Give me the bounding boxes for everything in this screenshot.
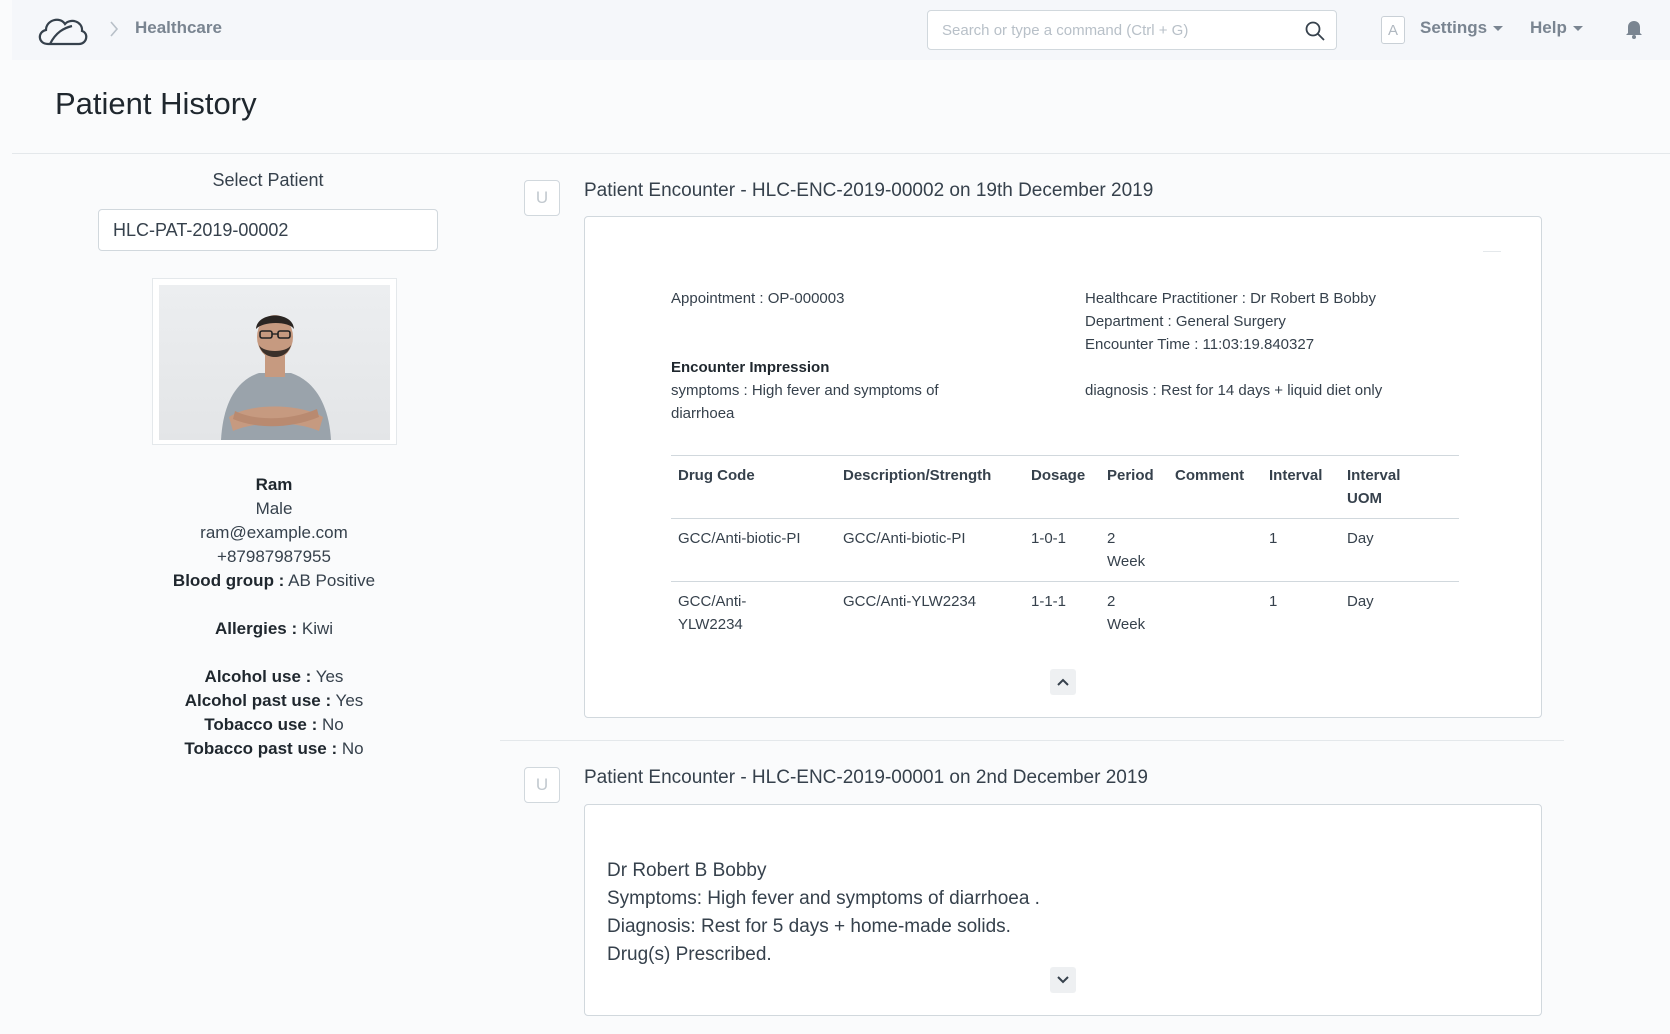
patient-gender: Male <box>255 499 293 518</box>
tobacco-past-use: Tobacco past use : No <box>184 739 364 758</box>
caret-down-icon <box>1493 25 1504 31</box>
allergies: Allergies : Kiwi <box>214 619 334 638</box>
cell: 1-0-1 <box>1024 518 1100 582</box>
table-header-row: Drug Code Description/Strength Dosage Pe… <box>671 455 1459 519</box>
col-comment: Comment <box>1168 455 1262 519</box>
tobacco-use: Tobacco use : No <box>204 715 344 734</box>
patient-phone: +87987987955 <box>217 547 331 566</box>
caret-down-icon <box>1572 25 1583 31</box>
navbar: Healthcare A Settings Help <box>12 0 1670 60</box>
cell: 1 <box>1262 581 1340 644</box>
cell: 1-1-1 <box>1024 581 1100 644</box>
alcohol-use: Alcohol use : Yes <box>204 667 344 686</box>
summary-drugs: Drug(s) Prescribed. <box>607 944 772 965</box>
col-dosage: Dosage <box>1024 455 1100 519</box>
blood-group: Blood group : AB Positive <box>172 571 376 590</box>
help-label: Help <box>1530 18 1567 37</box>
settings-label: Settings <box>1420 18 1488 37</box>
bell-icon[interactable] <box>1624 18 1644 40</box>
search-icon[interactable] <box>1304 20 1326 42</box>
encounter-time: Encounter Time : 11:03:19.840327 <box>1085 336 1315 353</box>
cloud-logo-icon[interactable] <box>34 8 90 50</box>
timeline-badge: U <box>524 180 560 216</box>
encounter-title[interactable]: Patient Encounter - HLC-ENC-2019-00002 o… <box>584 180 1153 202</box>
search-input[interactable] <box>928 11 1288 49</box>
col-description: Description/Strength <box>836 455 1024 519</box>
search-box <box>927 10 1337 50</box>
timeline-badge: U <box>524 767 560 803</box>
card-divider <box>1483 251 1501 252</box>
diagnosis: diagnosis : Rest for 14 days + liquid di… <box>1085 382 1383 399</box>
col-period: Period <box>1100 455 1168 519</box>
encounter-card: Appointment : OP-000003 Healthcare Pract… <box>584 216 1542 718</box>
cell: 2 Week <box>1100 581 1168 644</box>
encounter-title[interactable]: Patient Encounter - HLC-ENC-2019-00001 o… <box>584 767 1148 789</box>
cell: GCC/Anti-YLW2234 <box>836 581 1024 644</box>
encounter-summary: Dr Robert B Bobby Symptoms: High fever a… <box>607 857 1040 969</box>
cell: GCC/Anti-YLW2234 <box>671 581 836 644</box>
col-interval-uom: Interval UOM <box>1340 455 1459 519</box>
patient-email: ram@example.com <box>200 523 348 542</box>
table-row: GCC/Anti-biotic-PI GCC/Anti-biotic-PI 1-… <box>671 518 1459 582</box>
page-title: Patient History <box>55 86 257 121</box>
breadcrumb-healthcare[interactable]: Healthcare <box>135 18 222 38</box>
chevron-down-icon <box>1057 976 1069 984</box>
table-row: GCC/Anti- YLW2234 GCC/Anti-YLW2234 1-1-1 … <box>671 581 1459 644</box>
summary-diagnosis: Diagnosis: Rest for 5 days + home-made s… <box>607 916 1011 937</box>
cell: 2 Week <box>1100 518 1168 582</box>
cell: GCC/Anti-biotic-PI <box>836 518 1024 582</box>
appointment: Appointment : OP-000003 <box>671 290 845 307</box>
col-drug-code: Drug Code <box>671 455 836 519</box>
prescription-table: Drug Code Description/Strength Dosage Pe… <box>671 455 1459 644</box>
patient-field[interactable] <box>98 209 438 251</box>
symptoms-line: symptoms : High fever and symptoms of <box>671 382 939 399</box>
help-menu[interactable]: Help <box>1530 18 1583 38</box>
cell: Day <box>1340 518 1459 582</box>
user-avatar[interactable]: A <box>1381 16 1405 44</box>
alcohol-past-use: Alcohol past use : Yes <box>184 691 364 710</box>
summary-practitioner: Dr Robert B Bobby <box>607 860 767 881</box>
cell: GCC/Anti-biotic-PI <box>671 518 836 582</box>
cell: Day <box>1340 581 1459 644</box>
patient-name: Ram <box>255 475 293 494</box>
cell <box>1168 518 1262 582</box>
person-photo-icon <box>221 315 331 440</box>
cell <box>1168 581 1262 644</box>
cell: 1 <box>1262 518 1340 582</box>
impression-label: Encounter Impression <box>671 359 830 376</box>
chevron-up-icon <box>1057 678 1069 686</box>
timeline-divider <box>500 740 1564 741</box>
expand-button[interactable] <box>1050 967 1076 993</box>
patient-photo <box>152 278 397 445</box>
header-divider <box>12 153 1670 154</box>
collapse-button[interactable] <box>1050 669 1076 695</box>
practitioner: Healthcare Practitioner : Dr Robert B Bo… <box>1085 290 1376 307</box>
encounter-card: Dr Robert B Bobby Symptoms: High fever a… <box>584 804 1542 1016</box>
select-patient-label: Select Patient <box>212 170 324 190</box>
summary-symptoms: Symptoms: High fever and symptoms of dia… <box>607 888 1040 909</box>
col-interval: Interval <box>1262 455 1340 519</box>
symptoms-line: diarrhoea <box>671 405 735 422</box>
department: Department : General Surgery <box>1085 313 1286 330</box>
chevron-right-icon <box>110 21 119 37</box>
settings-menu[interactable]: Settings <box>1420 18 1504 38</box>
